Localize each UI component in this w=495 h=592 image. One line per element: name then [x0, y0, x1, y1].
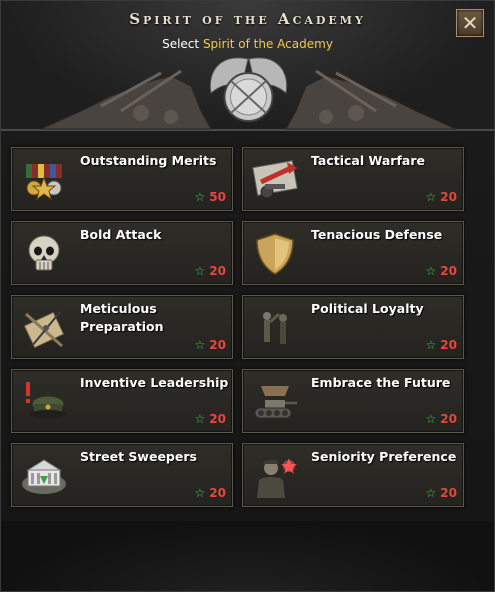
- spirit-name: Inventive Leadership: [80, 375, 229, 390]
- spirit-card-embrace-the-future[interactable]: Embrace the Future ☆ 20: [242, 369, 464, 433]
- star-icon: ☆: [194, 264, 206, 278]
- spirit-cost: ☆ 20: [194, 338, 226, 352]
- medals-icon: [26, 164, 62, 201]
- window-footer-decoration: [1, 521, 494, 591]
- government-building-icon: [22, 459, 66, 494]
- map-compass-icon: [23, 311, 65, 349]
- veteran-officer-icon: [257, 458, 297, 498]
- spirit-card-political-loyalty[interactable]: Political Loyalty ☆ 20: [242, 295, 464, 359]
- spirit-cost: ☆ 20: [194, 264, 226, 278]
- spirit-cost: ☆ 20: [425, 486, 457, 500]
- spirit-cost: ☆ 20: [194, 412, 226, 426]
- spirit-cost: ☆ 20: [425, 264, 457, 278]
- subtitle-highlight: Spirit of the Academy: [202, 37, 333, 51]
- tank-icon: [254, 386, 297, 419]
- star-icon: ☆: [194, 486, 206, 500]
- spirit-cost: ☆ 20: [425, 190, 457, 204]
- spirit-card-tenacious-defense[interactable]: Tenacious Defense ☆ 20: [242, 221, 464, 285]
- spirit-name: Tenacious Defense: [311, 227, 443, 242]
- spirit-name: Meticulous Preparation: [80, 301, 164, 334]
- star-icon: ☆: [425, 338, 437, 352]
- star-icon: ☆: [425, 412, 437, 426]
- star-icon: ☆: [194, 190, 206, 204]
- spirit-name: Street Sweepers: [80, 449, 197, 464]
- artillery-map-icon: [252, 160, 298, 199]
- close-icon: ✕: [461, 11, 479, 35]
- spirit-card-seniority-preference[interactable]: Seniority Preference ☆ 20: [242, 443, 464, 507]
- spirit-cost: ☆ 20: [425, 412, 457, 426]
- saluting-figures-icon: [263, 312, 287, 344]
- spirit-name: Embrace the Future: [311, 375, 451, 390]
- spirit-card-meticulous-preparation[interactable]: Meticulous Preparation ☆ 20: [11, 295, 233, 359]
- star-icon: ☆: [194, 412, 206, 426]
- spirit-card-inventive-leadership[interactable]: Inventive Leadership ☆ 20: [11, 369, 233, 433]
- window-title: Spirit of the Academy: [129, 10, 366, 28]
- spirit-cost: ☆ 20: [194, 486, 226, 500]
- spirit-card-tactical-warfare[interactable]: Tactical Warfare ☆ 20: [242, 147, 464, 211]
- shield-icon: [256, 233, 294, 275]
- spirit-cost: ☆ 20: [425, 338, 457, 352]
- spirit-name: Bold Attack: [80, 227, 162, 242]
- spirit-name: Political Loyalty: [311, 301, 424, 316]
- spirit-card-bold-attack[interactable]: Bold Attack ☆ 20: [11, 221, 233, 285]
- star-icon: ☆: [425, 486, 437, 500]
- star-icon: ☆: [194, 338, 206, 352]
- subtitle-prefix: Select: [162, 37, 200, 51]
- officer-cap-icon: [26, 382, 66, 418]
- window-header: Spirit of the Academy Select Spirit of t…: [1, 1, 494, 131]
- star-icon: ☆: [425, 190, 437, 204]
- spirit-grid: Outstanding Merits ☆ 50 Tactical Warfare …: [11, 147, 464, 507]
- spirit-cost: ☆ 50: [194, 190, 226, 204]
- spirit-card-outstanding-merits[interactable]: Outstanding Merits ☆ 50: [11, 147, 233, 211]
- close-button[interactable]: ✕: [456, 9, 484, 37]
- spirit-card-street-sweepers[interactable]: Street Sweepers ☆ 20: [11, 443, 233, 507]
- star-icon: ☆: [425, 264, 437, 278]
- spirit-name: Outstanding Merits: [80, 153, 217, 168]
- spirit-name: Tactical Warfare: [311, 153, 425, 168]
- academy-emblem-icon: [209, 57, 288, 122]
- window-subtitle: Select Spirit of the Academy: [1, 37, 494, 51]
- academy-spirit-window: Spirit of the Academy Select Spirit of t…: [0, 0, 495, 592]
- skull-icon: [28, 235, 60, 271]
- spirit-name: Seniority Preference: [311, 449, 457, 464]
